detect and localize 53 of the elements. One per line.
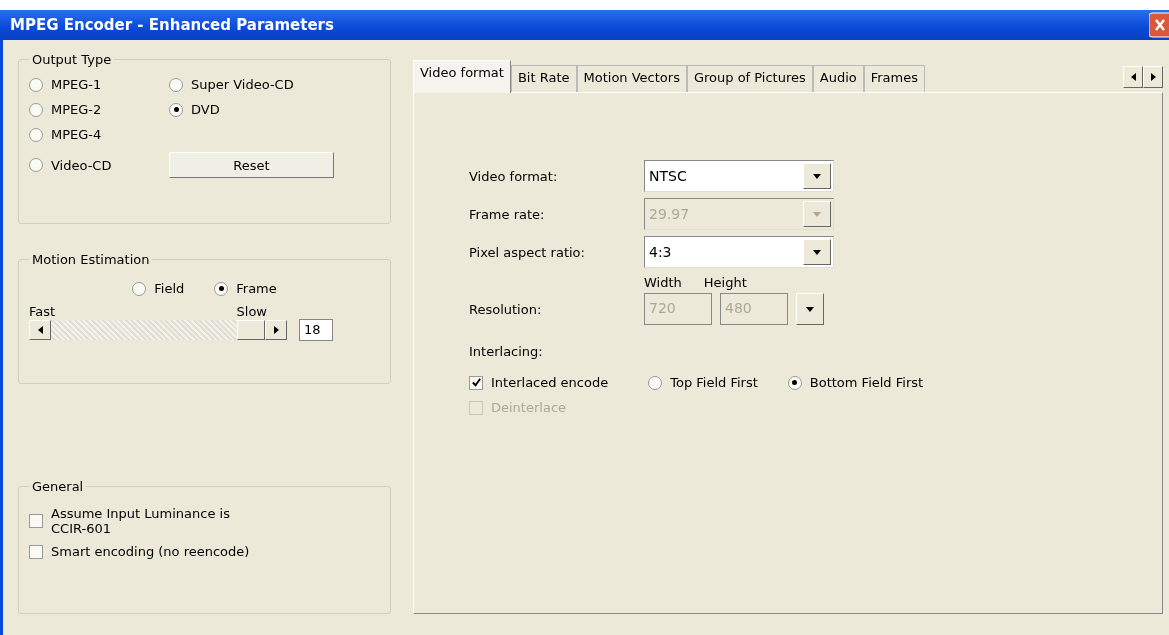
tab[interactable]: Motion Vectors <box>576 65 687 92</box>
field-label: Resolution: <box>469 301 543 317</box>
dropdown-arrow-icon <box>813 249 821 255</box>
dropdown-button[interactable] <box>796 293 824 325</box>
tab[interactable]: Audio <box>812 65 864 92</box>
left-triangle-icon <box>37 326 43 334</box>
radio-option[interactable]: MPEG-1 <box>29 77 169 92</box>
group-title: Output Type <box>31 52 113 67</box>
dropdown[interactable]: 4:3 <box>644 236 834 268</box>
checkbox-option[interactable]: Assume Input Luminance is CCIR-601 <box>29 506 380 536</box>
column-label: Width <box>644 275 682 290</box>
window-title: MPEG Encoder - Enhanced Parameters <box>10 16 334 34</box>
column-label: Height <box>703 275 747 290</box>
section-label: Interlacing: <box>469 344 544 359</box>
radio-option[interactable]: Top Field First <box>648 375 758 390</box>
radio-option[interactable]: MPEG-4 <box>29 127 169 142</box>
reset-button[interactable]: Reset <box>169 152 334 178</box>
tab[interactable]: Frames <box>863 65 925 92</box>
radio-option[interactable]: Bottom Field First <box>787 375 924 390</box>
group-title: General <box>31 479 85 494</box>
close-icon[interactable] <box>1149 12 1169 38</box>
left-triangle-icon <box>1130 73 1136 81</box>
slow-label: Slow <box>236 304 267 319</box>
tab[interactable]: Bit Rate <box>510 65 577 92</box>
check-icon <box>470 377 482 388</box>
scrollbar-thumb[interactable] <box>237 320 265 340</box>
tab[interactable]: Video format <box>413 60 511 93</box>
tab-scroll-right-button[interactable] <box>1143 66 1163 88</box>
right-triangle-icon <box>273 326 279 334</box>
radio-option[interactable]: DVD <box>169 102 380 117</box>
radio-option[interactable]: Frame <box>214 281 277 296</box>
field-label: Pixel aspect ratio: <box>469 244 586 260</box>
fast-label: Fast <box>29 304 56 319</box>
checkbox-option[interactable]: Interlaced encode <box>469 375 609 390</box>
dropdown[interactable]: NTSC <box>644 160 834 192</box>
radio-option[interactable]: Super Video-CD <box>169 77 380 92</box>
dropdown-arrow-icon <box>813 211 821 217</box>
scroll-right-button[interactable] <box>265 320 287 340</box>
right-triangle-icon <box>1150 73 1156 81</box>
speed-scrollbar[interactable] <box>29 320 287 340</box>
scroll-left-button[interactable] <box>29 320 51 340</box>
field-label: Frame rate: <box>469 206 546 222</box>
value-field[interactable]: 18 <box>299 319 333 341</box>
tab-scroll-left-button[interactable] <box>1123 66 1143 88</box>
group-title: Motion Estimation <box>31 252 151 267</box>
tab[interactable]: Group of Pictures <box>686 65 813 92</box>
radio-option[interactable]: Video-CD <box>29 157 169 173</box>
checkbox-option[interactable]: Smart encoding (no reencode) <box>29 544 380 559</box>
dropdown-arrow-icon <box>813 173 821 179</box>
radio-option[interactable]: Field <box>132 281 185 296</box>
field-label: Video format: <box>469 168 559 184</box>
dropdown-arrow-icon <box>806 306 814 312</box>
radio-option[interactable]: MPEG-2 <box>29 102 169 117</box>
